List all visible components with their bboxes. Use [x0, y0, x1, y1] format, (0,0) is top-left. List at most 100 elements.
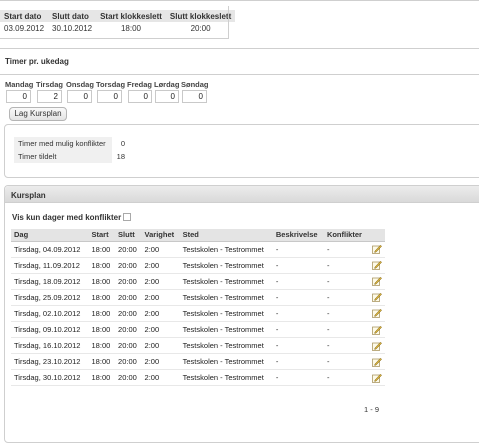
summary-frame — [0, 38, 229, 39]
edit-cell — [367, 337, 385, 355]
table-cell: - — [272, 337, 324, 355]
course-plan-title: Kursplan — [11, 191, 46, 200]
tuesday-hours-input[interactable]: 2 — [37, 90, 62, 103]
table-row[interactable]: Tirsdag, 09.10.2012 18:00 20:00 2:00 Testsko… — [11, 321, 385, 339]
thursday-hours-input[interactable]: 0 — [97, 90, 122, 103]
stats-table: Timer med mulig konflikter 0 Timer tilde… — [14, 137, 129, 163]
edit-icon[interactable] — [372, 276, 382, 287]
friday-hours-input[interactable]: 0 — [128, 90, 152, 103]
table-row[interactable]: Tirsdag, 18.09.2012 18:00 20:00 2:00 Testsko… — [11, 273, 385, 290]
edit-icon[interactable] — [372, 357, 382, 367]
edit-cell — [367, 353, 385, 371]
table-cell: - — [323, 337, 368, 355]
column-header: Slutt dato — [48, 10, 97, 22]
table-row[interactable]: Tirsdag, 23.10.2012 18:00 20:00 2:00 Testsko… — [11, 353, 385, 371]
table-cell: - — [323, 369, 368, 387]
table-cell: Tirsdag, 09.10.2012 — [11, 321, 89, 339]
table-cell: - — [272, 241, 324, 258]
table-row[interactable]: Tirsdag, 16.10.2012 18:00 20:00 2:00 Testsko… — [11, 337, 385, 355]
weekday-label: Torsdag — [96, 80, 126, 89]
table-row[interactable]: Tirsdag, 04.09.2012 18:00 20:00 2:00 Testsko… — [11, 241, 385, 258]
column-header: Konflikter — [323, 229, 368, 242]
table-cell: Tirsdag, 02.10.2012 — [11, 305, 89, 322]
table-cell: Testskolen - Testrommet — [179, 257, 273, 274]
table-row[interactable]: Tirsdag, 02.10.2012 18:00 20:00 2:00 Testsko… — [11, 305, 385, 322]
conflict-filter-checkbox[interactable] — [123, 213, 131, 221]
edit-cell — [367, 257, 385, 274]
edit-icon[interactable] — [372, 260, 382, 270]
edit-cell — [367, 305, 385, 322]
table-cell: 20:00 — [115, 337, 142, 355]
table-cell: 2:00 — [141, 289, 180, 306]
table-cell: - — [323, 289, 368, 306]
table-cell: 20:00 — [115, 273, 142, 290]
stat-label: Timer med mulig konflikter — [14, 137, 113, 150]
summary-frame — [228, 6, 229, 38]
column-header: Sted — [179, 229, 273, 242]
table-cell: Tirsdag, 11.09.2012 — [11, 257, 89, 274]
column-header: Start dato — [0, 10, 49, 22]
table-cell: 18:00 — [88, 369, 116, 387]
table-row[interactable]: Tirsdag, 30.10.2012 18:00 20:00 2:00 Testsko… — [11, 369, 385, 387]
edit-icon[interactable] — [372, 325, 382, 335]
table-cell: 18:00 — [88, 305, 116, 322]
weekday-label: Onsdag — [66, 80, 94, 89]
table-cell: 18:00 — [88, 241, 116, 258]
table-cell: - — [323, 353, 368, 371]
pager: 1 - 9 — [364, 405, 380, 414]
table-cell: - — [272, 273, 324, 290]
table-cell: 2:00 — [141, 273, 180, 290]
table-cell: - — [272, 305, 324, 322]
table-cell: - — [323, 305, 368, 322]
edit-cell — [367, 289, 385, 306]
edit-icon[interactable] — [372, 292, 382, 303]
schedule-summary-table: Start dato Slutt dato Start klokkeslett … — [0, 10, 236, 34]
top-border — [0, 0, 479, 1]
table-cell: Testskolen - Testrommet — [179, 369, 273, 387]
table-cell: Tirsdag, 16.10.2012 — [11, 337, 89, 355]
end-time: 20:00 — [190, 23, 211, 33]
table-row[interactable]: Tirsdag, 11.09.2012 18:00 20:00 2:00 Testsko… — [11, 257, 385, 274]
table-cell: - — [323, 321, 368, 339]
table-cell: 2:00 — [141, 257, 180, 274]
table-cell: 20:00 — [115, 289, 142, 306]
table-cell: 20:00 — [115, 353, 142, 371]
monday-hours-input[interactable]: 0 — [6, 90, 31, 103]
divider — [0, 74, 479, 75]
table-cell: - — [323, 257, 368, 274]
edit-icon[interactable] — [372, 244, 382, 254]
edit-cell — [367, 321, 385, 339]
table-cell: Testskolen - Testrommet — [179, 273, 273, 290]
column-header: Slutt — [115, 229, 142, 242]
table-cell: Tirsdag, 04.09.2012 — [11, 241, 89, 258]
table-cell: Testskolen - Testrommet — [179, 289, 273, 306]
column-header: Start — [88, 229, 116, 242]
divider — [0, 48, 479, 49]
weekday-label: Søndag — [181, 80, 209, 89]
table-cell: Tirsdag, 25.09.2012 — [11, 289, 89, 306]
table-cell: - — [272, 289, 324, 306]
table-cell: - — [272, 257, 324, 274]
edit-icon[interactable] — [372, 373, 382, 383]
create-course-plan-button[interactable]: Lag Kursplan — [9, 107, 67, 121]
wednesday-hours-input[interactable]: 0 — [67, 90, 92, 103]
table-cell: 20:00 — [115, 321, 142, 339]
stat-label: Timer tildelt — [14, 150, 113, 163]
edit-icon[interactable] — [372, 308, 382, 319]
table-cell: Testskolen - Testrommet — [179, 353, 273, 371]
table-cell: 20:00 — [115, 305, 142, 322]
table-row[interactable]: Tirsdag, 25.09.2012 18:00 20:00 2:00 Testsko… — [11, 289, 385, 306]
table-cell: 2:00 — [141, 353, 180, 371]
table-cell: 18:00 — [88, 337, 116, 355]
table-cell: Tirsdag, 23.10.2012 — [11, 353, 89, 371]
saturday-hours-input[interactable]: 0 — [155, 90, 179, 103]
table-cell: 20:00 — [115, 369, 142, 387]
sunday-hours-input[interactable]: 0 — [182, 90, 207, 103]
weekly-hours-title: Timer pr. ukedag — [5, 57, 69, 66]
edit-icon[interactable] — [372, 341, 382, 351]
table-cell: 2:00 — [141, 337, 180, 355]
start-time: 18:00 — [120, 23, 142, 33]
stat-value: 18 — [116, 152, 125, 161]
edit-cell — [367, 241, 385, 258]
table-cell: 2:00 — [141, 241, 180, 258]
